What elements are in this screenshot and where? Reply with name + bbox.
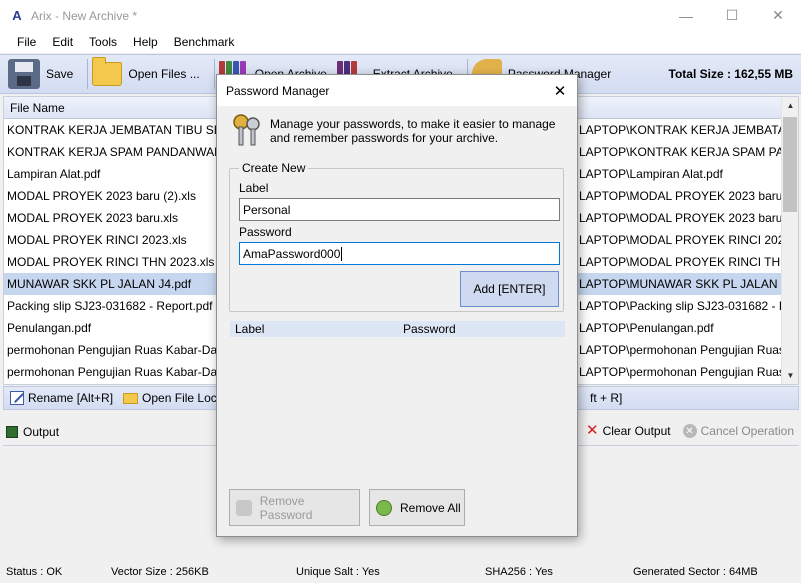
window-controls: — ☐ ✕: [663, 0, 801, 31]
open-file-location-button[interactable]: Open File Loca: [123, 391, 223, 405]
rename-button[interactable]: Rename [Alt+R]: [10, 391, 113, 405]
file-name-cell: Packing slip SJ23-031682 - Report.pdf: [7, 299, 213, 313]
maximize-button[interactable]: ☐: [709, 0, 755, 31]
menu-benchmark[interactable]: Benchmark: [166, 35, 243, 49]
menu-file[interactable]: File: [9, 35, 44, 49]
add-button[interactable]: Add [ENTER]: [460, 271, 559, 307]
total-size: Total Size : 162,55 MB: [668, 67, 793, 81]
file-path-cell: LAPTOP\MODAL PROYEK RINCI THN 2...: [579, 255, 799, 269]
scroll-thumb[interactable]: [783, 117, 797, 212]
file-name-cell: Penulangan.pdf: [7, 321, 92, 335]
dialog-title-bar: Password Manager ✕: [217, 75, 577, 106]
file-name-cell: MODAL PROYEK 2023 baru (2).xls: [7, 189, 196, 203]
column-password[interactable]: Password: [403, 322, 456, 336]
menu-tools[interactable]: Tools: [81, 35, 125, 49]
text-caret: [341, 246, 343, 261]
output-icon: [6, 426, 18, 438]
floppy-disk-icon: [8, 59, 40, 89]
open-location-label: Open File Loca: [142, 391, 224, 405]
folder-icon: [92, 57, 123, 86]
remove-all-icon: [376, 499, 392, 516]
minimize-button[interactable]: —: [663, 0, 709, 31]
output-label: Output: [23, 425, 60, 439]
status-bar: Status : OK Vector Size : 256KB Unique S…: [0, 562, 801, 583]
column-file-name[interactable]: File Name: [4, 101, 65, 115]
keys-icon: [233, 114, 260, 146]
cancel-icon: ✕: [682, 424, 697, 438]
shortcut-hint[interactable]: ft + R]: [590, 391, 622, 405]
file-path-cell: LAPTOP\permohonan Pengujian Ruas...: [579, 343, 795, 357]
password-caption: Password: [239, 225, 292, 239]
file-name-cell: permohonan Pengujian Ruas Kabar-Darm: [7, 343, 232, 357]
file-name-cell: MODAL PROYEK RINCI THN 2023.xls: [7, 255, 215, 269]
title-bar: A Arix - New Archive * — ☐ ✕: [0, 0, 801, 31]
file-path-cell: LAPTOP\KONTRAK KERJA SPAM PAND...: [579, 145, 799, 159]
cancel-operation-button[interactable]: Cancel Operation: [701, 424, 794, 438]
file-path-cell: LAPTOP\KONTRAK KERJA JEMBATAN T...: [579, 123, 799, 137]
label-input[interactable]: Personal: [239, 198, 560, 221]
output-actions: ✕ Clear Output ✕ Cancel Operation: [586, 422, 794, 439]
file-name-cell: Lampiran Alat.pdf: [7, 167, 101, 181]
column-label[interactable]: Label: [235, 322, 264, 336]
scroll-up-icon[interactable]: ▲: [782, 97, 798, 114]
folder-icon: [123, 392, 139, 404]
window-title: Arix - New Archive *: [31, 8, 138, 23]
dialog-title: Password Manager: [226, 83, 330, 98]
group-title: Create New: [239, 161, 309, 175]
toolbar-separator: [87, 59, 89, 89]
vector-size: Vector Size : 256KB: [111, 566, 209, 578]
password-manager-dialog: Password Manager ✕ Manage your passwords…: [216, 74, 578, 537]
menu-help[interactable]: Help: [125, 35, 166, 49]
generated-sector: Generated Sector : 64MB: [633, 566, 758, 578]
file-name-cell: MUNAWAR SKK PL JALAN J4.pdf: [7, 277, 192, 291]
create-new-group: Create New Label Personal Password AmaPa…: [229, 161, 564, 312]
password-table[interactable]: Label Password: [230, 321, 565, 479]
file-path-cell: LAPTOP\MODAL PROYEK 2023 baru (...: [579, 189, 799, 203]
menu-edit[interactable]: Edit: [44, 35, 81, 49]
file-path-cell: LAPTOP\MODAL PROYEK 2023 baru.xls: [579, 211, 799, 225]
rename-label: Rename [Alt+R]: [28, 391, 114, 405]
save-button[interactable]: Save: [8, 57, 83, 91]
file-path-cell: LAPTOP\Packing slip SJ23-031682 - R...: [579, 299, 798, 313]
file-path-cell: LAPTOP\MODAL PROYEK RINCI 2023.xls: [579, 233, 799, 247]
dialog-intro-text: Manage your passwords, to make it easier…: [270, 117, 556, 145]
status-text: Status : OK: [6, 566, 63, 578]
password-input-value: AmaPassword000: [243, 246, 341, 261]
remove-password-button[interactable]: Remove Password: [229, 489, 360, 526]
file-path-cell: LAPTOP\Penulangan.pdf: [579, 321, 714, 335]
vertical-scrollbar[interactable]: ▲ ▼: [781, 97, 798, 384]
open-files-button[interactable]: Open Files ...: [92, 57, 209, 91]
arix-logo-icon: A: [12, 8, 22, 23]
menu-bar: File Edit Tools Help Benchmark: [0, 31, 801, 53]
close-button[interactable]: ✕: [755, 0, 801, 31]
file-name-cell: permohonan Pengujian Ruas Kabar-Darm: [7, 365, 232, 379]
remove-all-label: Remove All: [400, 500, 461, 515]
file-path-cell: LAPTOP\Lampiran Alat.pdf: [579, 167, 723, 181]
label-caption: Label: [239, 181, 269, 195]
password-table-header: Label Password: [230, 321, 565, 337]
file-path-cell: LAPTOP\permohonan Pengujian Ruas...: [579, 365, 795, 379]
file-name-cell: MODAL PROYEK 2023 baru.xls: [7, 211, 178, 225]
open-files-label: Open Files ...: [128, 67, 200, 81]
password-input[interactable]: AmaPassword000: [239, 242, 560, 265]
rename-icon: [10, 391, 24, 405]
scroll-down-icon[interactable]: ▼: [782, 367, 798, 384]
file-path-cell: LAPTOP\MUNAWAR SKK PL JALAN J4....: [579, 277, 799, 291]
clear-output-button[interactable]: Clear Output: [603, 424, 671, 438]
dialog-close-button[interactable]: ✕: [543, 75, 577, 106]
unique-salt: Unique Salt : Yes: [296, 566, 380, 578]
save-label: Save: [46, 67, 74, 81]
remove-password-label: Remove Password: [259, 493, 313, 522]
label-input-value: Personal: [243, 202, 291, 217]
clear-icon: ✕: [586, 422, 599, 439]
toolbar-separator: [213, 59, 215, 89]
remove-all-button[interactable]: Remove All: [369, 489, 465, 526]
file-name-cell: MODAL PROYEK RINCI 2023.xls: [7, 233, 187, 247]
password-icon: [236, 499, 252, 516]
sha256: SHA256 : Yes: [485, 566, 553, 578]
